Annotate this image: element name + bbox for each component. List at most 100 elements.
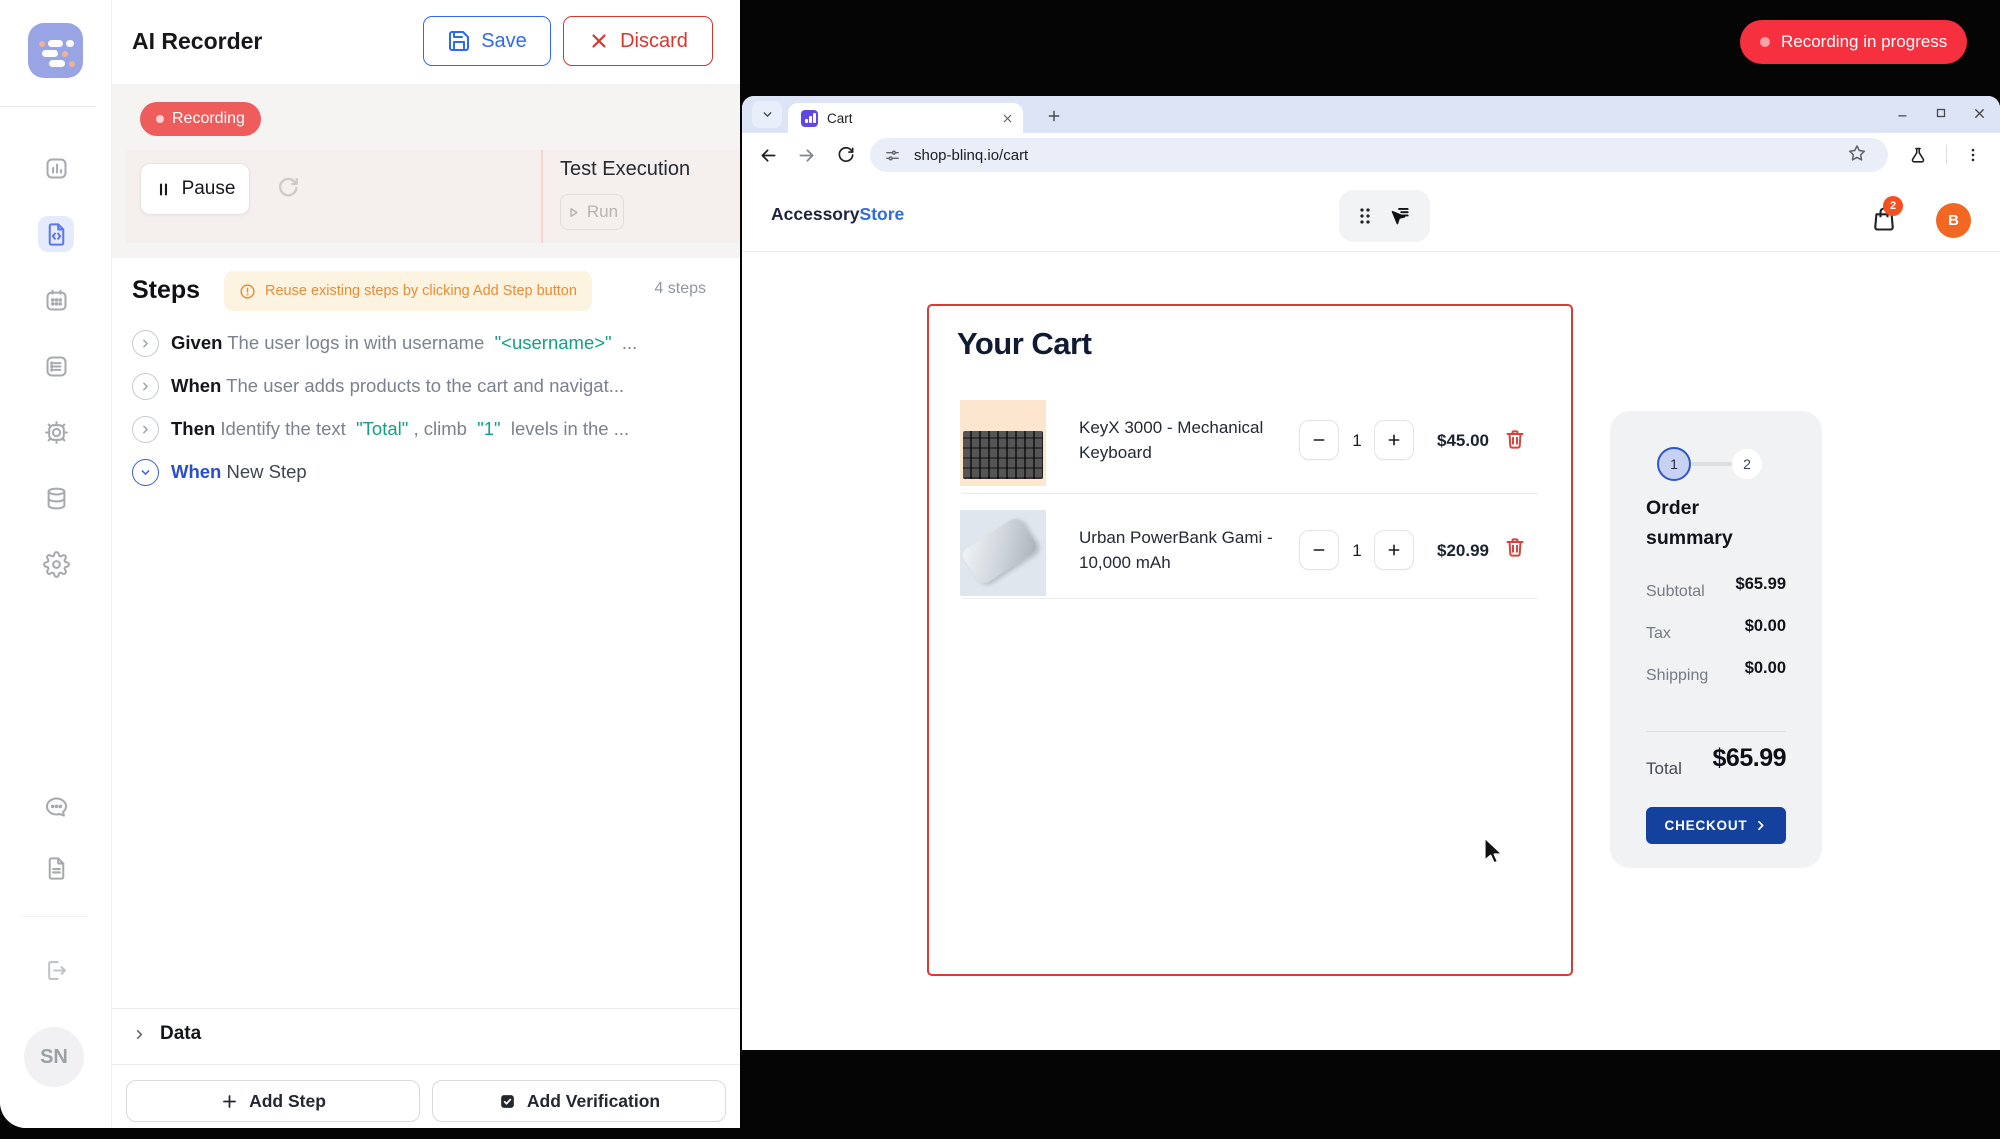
back-icon[interactable]	[756, 143, 780, 167]
close-window-icon[interactable]	[1968, 101, 1990, 125]
list-icon[interactable]	[38, 348, 74, 384]
checkbox-check-icon	[498, 1092, 517, 1111]
code-file-icon[interactable]	[38, 216, 74, 252]
qty-value: 1	[1342, 431, 1372, 451]
test-execution-label: Test Execution	[560, 158, 690, 181]
add-step-label: Add Step	[249, 1091, 326, 1112]
summary-row-shipping: Shipping $0.00	[1646, 659, 1786, 689]
pause-button[interactable]: Pause	[140, 163, 250, 215]
chevron-right-icon	[132, 1027, 147, 1042]
run-button[interactable]: Run	[560, 194, 624, 230]
settings-gear-icon[interactable]	[38, 546, 74, 582]
recording-dot-icon	[156, 115, 164, 123]
pause-label: Pause	[182, 178, 236, 200]
new-tab-button[interactable]	[1042, 104, 1066, 128]
step-row-new[interactable]: When New Step	[132, 455, 722, 489]
sidebar: SN	[0, 0, 112, 1128]
tab-title: Cart	[827, 111, 853, 126]
qty-decrease-button[interactable]	[1299, 530, 1339, 570]
steps-header: Steps Reuse existing steps by clicking A…	[112, 268, 740, 316]
site-settings-icon[interactable]	[884, 147, 901, 164]
chevron-right-icon[interactable]	[132, 373, 159, 400]
add-verification-button[interactable]: Add Verification	[432, 1080, 726, 1122]
order-summary-title: Order summary	[1646, 493, 1733, 553]
chevron-right-icon	[1754, 819, 1767, 832]
document-icon[interactable]	[38, 850, 74, 886]
save-button[interactable]: Save	[423, 16, 551, 66]
cursor-action-icon[interactable]	[1386, 203, 1412, 229]
plus-icon	[220, 1092, 239, 1111]
shop-user-avatar[interactable]: B	[1936, 203, 1971, 238]
screen: SN AI Recorder Save Discard Recording Pa…	[0, 0, 2000, 1139]
divider	[112, 1008, 740, 1009]
order-summary-card: 1 2 Order summary Subtotal $65.99 Tax $0…	[1610, 411, 1822, 868]
save-label: Save	[481, 30, 527, 53]
trash-icon[interactable]	[1503, 426, 1529, 454]
trash-icon[interactable]	[1503, 534, 1529, 562]
steps-card: Steps Reuse existing steps by clicking A…	[112, 258, 740, 1128]
refresh-icon[interactable]	[274, 174, 302, 202]
chevron-right-icon[interactable]	[132, 330, 159, 357]
tab-search-chevron-icon[interactable]	[752, 101, 782, 128]
step-text: Identify the text	[220, 418, 356, 439]
discard-button[interactable]: Discard	[563, 16, 713, 66]
step-keyword: When	[171, 461, 221, 482]
tab-close-icon[interactable]	[1001, 112, 1014, 125]
maximize-icon[interactable]	[1930, 101, 1952, 125]
shop-page: AccessoryStore 2 B Your Cart KeyX 3000 -…	[742, 176, 2000, 1050]
save-icon	[447, 29, 471, 53]
product-price: $20.99	[1399, 541, 1489, 561]
steps-notice: Reuse existing steps by clicking Add Ste…	[224, 271, 592, 311]
shop-user-initial: B	[1948, 212, 1959, 229]
step-row-when[interactable]: When The user adds products to the cart …	[132, 369, 722, 403]
qty-decrease-button[interactable]	[1299, 420, 1339, 460]
step-text: , climb	[408, 418, 477, 439]
cpu-icon[interactable]	[38, 414, 74, 450]
play-icon	[566, 205, 581, 220]
drag-handle-icon[interactable]	[1358, 206, 1372, 226]
add-step-button[interactable]: Add Step	[126, 1080, 420, 1122]
user-avatar[interactable]: SN	[24, 1027, 84, 1087]
recorder-floating-widget[interactable]	[1339, 190, 1430, 242]
data-section-toggle[interactable]: Data	[132, 1023, 201, 1045]
chevron-right-icon[interactable]	[132, 416, 159, 443]
sidebar-divider	[0, 106, 96, 107]
window-controls	[1892, 101, 1990, 125]
step-keyword: When	[171, 375, 221, 396]
summary-divider	[1646, 731, 1786, 732]
product-name: KeyX 3000 - Mechanical Keyboard	[1079, 415, 1263, 465]
shop-logo[interactable]: AccessoryStore	[771, 176, 904, 252]
bookmark-star-icon[interactable]	[1847, 143, 1867, 163]
logout-icon[interactable]	[38, 952, 74, 988]
cart-title: Your Cart	[957, 326, 1091, 362]
close-icon	[588, 30, 610, 52]
browser-window: Cart shop-blinq.io/cart	[742, 96, 2000, 1050]
database-icon[interactable]	[38, 480, 74, 516]
steps-count: 4 steps	[654, 280, 706, 298]
checkout-button[interactable]: CHECKOUT	[1646, 807, 1786, 844]
data-section-label: Data	[160, 1023, 201, 1045]
chat-feedback-icon[interactable]	[38, 789, 74, 825]
cart-bag-icon[interactable]: 2	[1870, 204, 1900, 236]
recording-dot-icon	[1760, 37, 1770, 47]
step-text: levels in the ...	[501, 418, 630, 439]
add-verification-label: Add Verification	[527, 1091, 660, 1112]
minimize-icon[interactable]	[1892, 101, 1914, 125]
step-text: The user adds products to the cart and n…	[226, 375, 624, 396]
reload-icon[interactable]	[834, 143, 858, 167]
recording-badge: Recording	[140, 102, 261, 136]
experiments-flask-icon[interactable]	[1906, 144, 1930, 168]
step-param: "1"	[477, 418, 500, 439]
total-value: $65.99	[1713, 744, 1786, 773]
step-row-given[interactable]: Given The user logs in with username "<u…	[132, 326, 722, 360]
browser-menu-icon[interactable]	[1961, 143, 1985, 167]
browser-tab-cart[interactable]: Cart	[788, 103, 1023, 133]
chevron-down-icon[interactable]	[132, 459, 159, 486]
calendar-icon[interactable]	[38, 282, 74, 318]
step-row-then[interactable]: Then Identify the text "Total" , climb "…	[132, 412, 722, 446]
url-bar[interactable]: shop-blinq.io/cart	[870, 138, 1888, 172]
bar-chart-icon[interactable]	[38, 150, 74, 186]
step-text: The user logs in with username	[227, 332, 494, 353]
forward-icon[interactable]	[794, 143, 818, 167]
step-param: "Total"	[356, 418, 408, 439]
